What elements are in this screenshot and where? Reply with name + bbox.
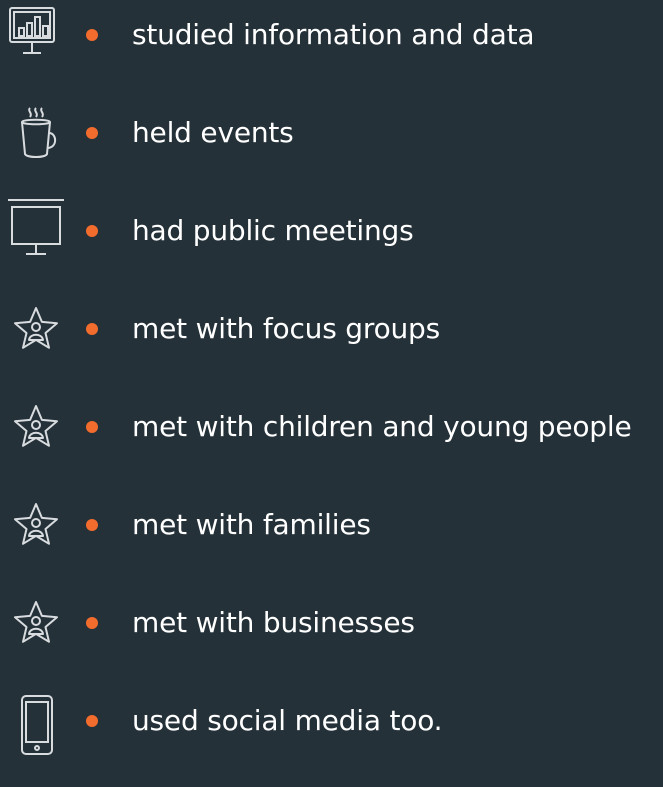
list-item: used social media too. xyxy=(0,686,663,756)
bullet-point xyxy=(86,519,98,531)
list-item: had public meetings xyxy=(0,196,663,266)
item-label: met with businesses xyxy=(132,606,415,639)
item-label: studied information and data xyxy=(132,18,535,51)
data-chart-monitor-icon xyxy=(8,0,64,70)
mobile-phone-icon xyxy=(8,686,64,756)
item-label: met with families xyxy=(132,508,371,541)
bullet-point xyxy=(86,29,98,41)
activity-list: studied information and data held events xyxy=(0,0,663,787)
item-label: met with focus groups xyxy=(132,312,441,345)
list-item: met with children and young people xyxy=(0,392,663,462)
list-item: met with businesses xyxy=(0,588,663,658)
list-item: met with focus groups xyxy=(0,294,663,364)
bullet-point xyxy=(86,225,98,237)
item-label: met with children and young people xyxy=(132,410,632,443)
item-label: had public meetings xyxy=(132,214,414,247)
bullet-point xyxy=(86,323,98,335)
list-item: met with families xyxy=(0,490,663,560)
coffee-cup-icon xyxy=(8,98,64,168)
item-label: used social media too. xyxy=(132,704,443,737)
bullet-point xyxy=(86,617,98,629)
bullet-point xyxy=(86,127,98,139)
star-person-icon xyxy=(8,392,64,462)
item-label: held events xyxy=(132,116,294,149)
star-person-icon xyxy=(8,588,64,658)
bullet-point xyxy=(86,715,98,727)
presentation-screen-icon xyxy=(8,196,64,266)
star-person-icon xyxy=(8,490,64,560)
list-item: studied information and data xyxy=(0,0,663,70)
star-person-icon xyxy=(8,294,64,364)
list-item: held events xyxy=(0,98,663,168)
bullet-point xyxy=(86,421,98,433)
